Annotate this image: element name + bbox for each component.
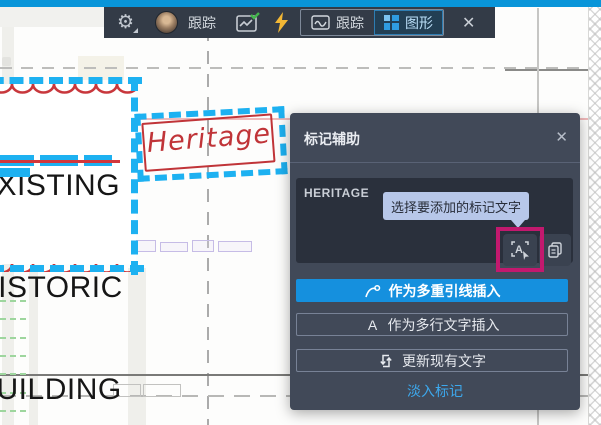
browser-accent-strip [0,0,601,7]
trace-toolbar: ⚙ 跟踪 跟踪 [104,7,495,38]
column-strip [128,268,146,425]
lightning-icon[interactable] [275,12,288,33]
track-user-label: 跟踪 [188,13,216,33]
strike-line [0,160,120,163]
copy-icon [546,241,564,259]
grid-icon [384,15,399,30]
cad-rect [143,384,181,397]
cad-text-line: BUILDING [0,373,123,407]
tooltip: 选择要添加的标记文字 [383,192,529,220]
toolbar-close-icon[interactable]: ✕ [462,13,475,33]
cad-text-block[interactable]: EXISTING HISTORIC BUILDING N.I.C [0,101,123,425]
cad-rect [192,240,214,252]
view-segmented-control: 跟踪 图形 [300,9,444,36]
sheet-band [0,7,104,27]
panel-close-icon[interactable]: ✕ [555,128,568,146]
cad-shape [2,57,11,66]
svg-text:A: A [367,318,377,332]
select-markup-text-button[interactable]: A [503,234,537,266]
markup-assist-panel: 标记辅助 ✕ HERITAGE A 选择要添加的标记文字 [290,113,580,410]
svg-text:A: A [515,244,523,256]
update-icon [378,353,394,369]
recognized-text: HERITAGE [304,186,369,200]
trace-chart-icon[interactable] [236,12,260,33]
heritage-markup[interactable]: Heritage [134,106,287,182]
insert-multileader-button[interactable]: 作为多重引线插入 [296,279,568,302]
select-text-icon: A [509,239,531,261]
copy-text-button[interactable] [539,234,571,266]
panel-header: 标记辅助 ✕ [290,113,580,163]
gear-icon[interactable]: ⚙ [117,13,134,32]
update-existing-text-button[interactable]: 更新现有文字 [296,349,568,372]
tooltip-arrow [511,220,525,228]
cad-text-line: HISTORIC [0,271,123,305]
strike-highlight [0,168,30,177]
selection-dash [0,77,142,84]
tab-drawing[interactable]: 图形 [374,10,443,35]
wave-chart-icon [311,15,330,30]
app-window: EXISTING HISTORIC BUILDING N.I.C Heritag… [0,0,601,425]
avatar[interactable] [155,11,178,34]
insert-mtext-button[interactable]: A 作为多行文字插入 [296,313,568,336]
fade-markup-link[interactable]: 淡入标记 [290,381,580,401]
panel-title: 标记辅助 [304,129,360,149]
leader-icon [364,283,381,299]
selection-dash [0,265,144,272]
cad-line [505,69,592,71]
tab-track[interactable]: 跟踪 [301,10,374,35]
cad-rect [160,242,188,252]
wall-hatch-column [588,7,601,425]
centerline-horizontal [0,67,592,69]
centerline-vertical [207,28,209,425]
mtext-icon: A [365,318,380,332]
cad-rect [218,241,252,252]
